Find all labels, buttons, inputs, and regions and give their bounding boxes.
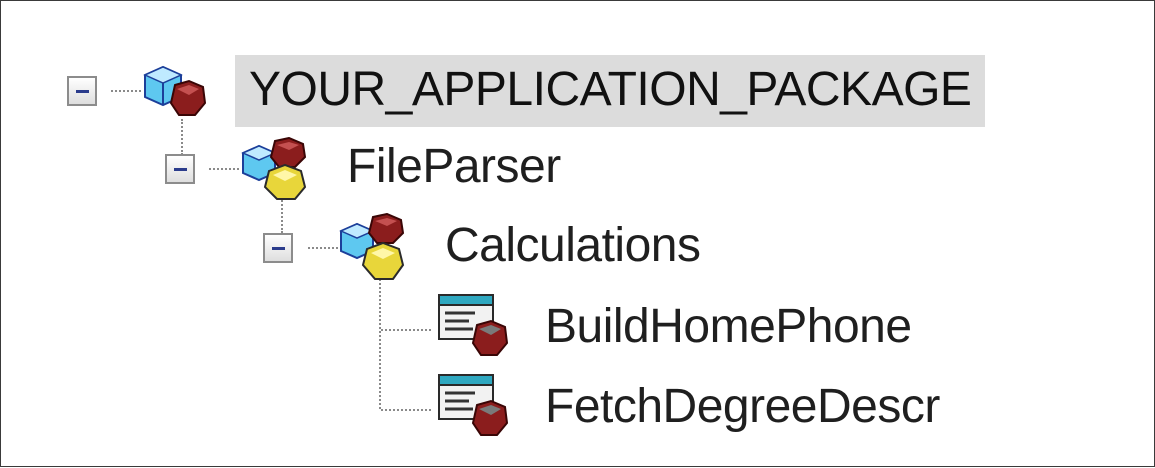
tree-node-label[interactable]: YOUR_APPLICATION_PACKAGE	[235, 55, 986, 127]
connector-line	[381, 409, 431, 411]
application-class-package-icon	[339, 213, 405, 280]
connector-line	[111, 90, 141, 92]
minus-icon	[174, 168, 187, 171]
application-class-icon	[438, 374, 509, 436]
tree-node-label[interactable]: FileParser	[347, 137, 561, 197]
connector-line	[379, 275, 381, 409]
connector-line	[209, 168, 239, 170]
collapse-toggle[interactable]	[67, 76, 97, 106]
connector-line	[181, 119, 183, 155]
application-package-icon	[143, 65, 207, 116]
tree-node-label[interactable]: FetchDegreeDescr	[545, 377, 940, 437]
tree-view-panel: YOUR_APPLICATION_PACKAGE FileParser Calc…	[0, 0, 1155, 467]
connector-line	[381, 329, 431, 331]
collapse-toggle[interactable]	[263, 233, 293, 263]
minus-icon	[76, 90, 89, 93]
connector-line	[308, 247, 338, 249]
application-class-package-icon	[241, 137, 307, 200]
application-class-icon	[438, 294, 509, 356]
application-package-tree: YOUR_APPLICATION_PACKAGE FileParser Calc…	[1, 1, 1155, 468]
tree-node-label[interactable]: Calculations	[445, 216, 701, 276]
collapse-toggle[interactable]	[165, 154, 195, 184]
minus-icon	[272, 247, 285, 250]
tree-node-label[interactable]: BuildHomePhone	[545, 297, 912, 357]
